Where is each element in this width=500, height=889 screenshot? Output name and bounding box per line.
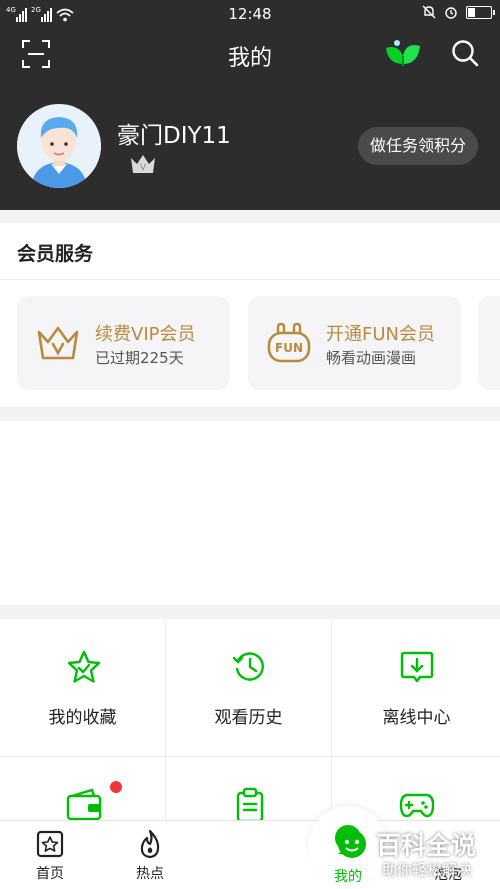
status-right (422, 5, 495, 19)
svg-text:FUN: FUN (275, 341, 303, 355)
screen: 4G 2G 12:48 我的 豪门DIY11 V 做任务领积分 会员服务 续费V… (0, 0, 500, 889)
svg-text:V: V (140, 163, 147, 173)
grid-item-label: 观看历史 (214, 708, 283, 728)
grid-item-label: 离线中心 (382, 708, 451, 728)
page-title: 我的 (227, 46, 272, 71)
fun-member-subtitle: 畅看动画漫画 (326, 349, 417, 367)
leaf-icon[interactable] (384, 38, 422, 70)
nav-hot[interactable]: 热点 (120, 829, 180, 883)
nav-home-label: 首页 (36, 866, 64, 882)
renew-vip-card[interactable]: 续费VIP会员 已过期225天 (17, 296, 230, 390)
flame-icon (140, 829, 160, 859)
divider (0, 279, 500, 280)
fun-member-card[interactable]: FUN 开通FUN会员 畅看动画漫画 (248, 296, 461, 390)
nav-home[interactable]: 首页 (20, 829, 80, 883)
member-services-title: 会员服务 (17, 243, 94, 265)
renew-vip-subtitle: 已过期225天 (95, 349, 184, 367)
gamepad-icon (399, 793, 435, 818)
avatar[interactable] (17, 104, 101, 188)
download-icon (400, 651, 434, 683)
home-icon (36, 830, 64, 858)
watermark: 百科全说 助你轻松解决 (328, 826, 500, 886)
grid-item-offline[interactable]: 离线中心 (333, 619, 500, 757)
mute-bell-icon (422, 5, 436, 19)
fun-badge-icon: FUN (267, 322, 311, 363)
battery-icon (466, 5, 495, 19)
member-services-section: 会员服务 续费VIP会员 已过期225天 FUN 开通FUN会员 畅看动画漫画 (0, 223, 500, 407)
wallet-icon (66, 788, 102, 821)
avatar-illustration (17, 104, 101, 188)
crown-icon[interactable]: V (128, 152, 158, 176)
status-bar: 4G 2G 12:48 (0, 0, 500, 28)
battery-level (468, 7, 476, 17)
watermark-subtitle: 助你轻松解决 (382, 861, 473, 879)
search-icon[interactable] (450, 38, 480, 68)
task-points-button[interactable]: 做任务领积分 (358, 127, 478, 165)
vip-crown-icon (37, 326, 79, 360)
empty-section (0, 421, 500, 605)
history-clock-icon (232, 652, 264, 681)
watermark-logo-icon (338, 830, 366, 858)
star-icon (67, 650, 101, 683)
grid-item-favorites[interactable]: 我的收藏 (0, 619, 166, 757)
renew-vip-title: 续费VIP会员 (95, 324, 196, 345)
clipboard-icon (236, 787, 264, 823)
grid-item-label: 我的收藏 (48, 708, 117, 728)
nav-hot-label: 热点 (136, 866, 164, 882)
notification-dot (110, 781, 122, 793)
username: 豪门DIY11 (117, 123, 231, 149)
fun-member-title: 开通FUN会员 (326, 324, 435, 345)
grid-item-history[interactable]: 观看历史 (166, 619, 332, 757)
watermark-title: 百科全说 (376, 831, 477, 860)
profile-header: 我的 豪门DIY11 V 做任务领积分 (0, 28, 500, 210)
alarm-icon (445, 7, 457, 19)
more-member-card[interactable] (478, 296, 500, 390)
